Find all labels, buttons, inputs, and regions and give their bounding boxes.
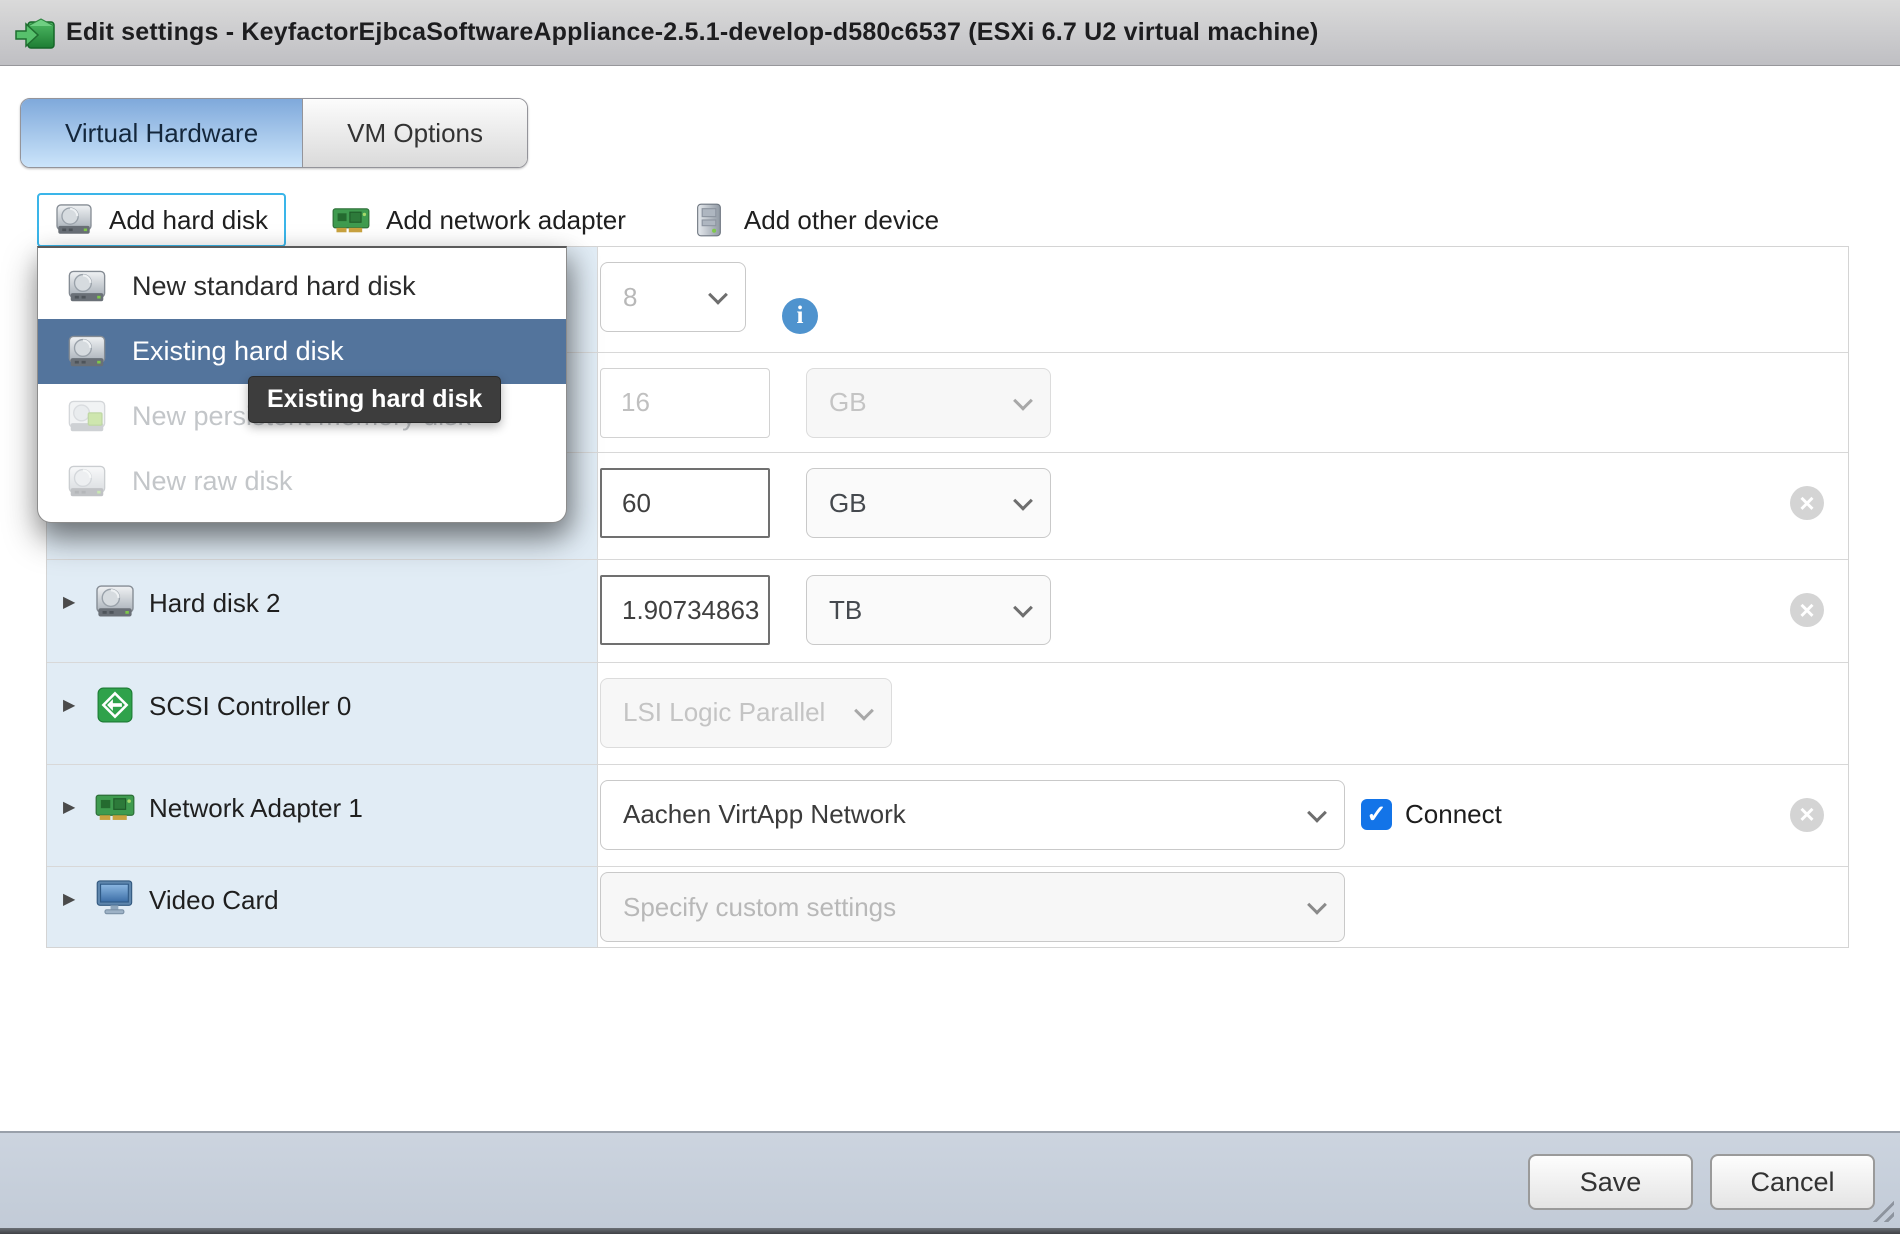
hard-disk-2-value-cell: TB × xyxy=(598,560,1848,662)
network-select[interactable]: Aachen VirtApp Network xyxy=(600,780,1345,850)
tab-vm-options[interactable]: VM Options xyxy=(303,99,527,167)
video-label-cell: ▶ Video Card xyxy=(47,867,598,947)
video-value-cell: Specify custom settings xyxy=(598,867,1848,947)
network-value-cell: Aachen VirtApp Network ✓ Connect × xyxy=(598,765,1848,867)
hard-disk-2-unit-select[interactable]: TB xyxy=(806,575,1051,645)
info-icon[interactable]: i xyxy=(782,298,818,334)
dialog-footer: Save Cancel xyxy=(0,1131,1900,1228)
chevron-down-icon xyxy=(1013,491,1033,511)
chevron-down-icon xyxy=(1307,895,1327,915)
connect-label: Connect xyxy=(1405,799,1502,830)
expander-triangle-icon[interactable]: ▶ xyxy=(63,797,81,817)
edit-settings-dialog: Edit settings - KeyfactorEjbcaSoftwareAp… xyxy=(0,0,1900,1234)
cpu-value-cell: 8 i xyxy=(598,247,1848,352)
remove-hard-disk-2-icon[interactable]: × xyxy=(1790,593,1824,627)
network-adapter-icon xyxy=(332,203,370,237)
scsi-type-select[interactable]: LSI Logic Parallel xyxy=(600,678,892,748)
network-select-value: Aachen VirtApp Network xyxy=(623,799,906,830)
memory-unit-value: GB xyxy=(829,387,867,418)
cancel-button[interactable]: Cancel xyxy=(1710,1154,1875,1210)
memory-value-cell: GB xyxy=(598,353,1848,453)
hard-disk-icon xyxy=(95,584,135,620)
hard-disk-icon xyxy=(55,203,93,237)
add-other-device-label: Add other device xyxy=(744,205,939,236)
hard-disk-2-label: Hard disk 2 xyxy=(149,588,281,619)
tab-virtual-hardware[interactable]: Virtual Hardware xyxy=(21,99,303,167)
dialog-title-bar: Edit settings - KeyfactorEjbcaSoftwareAp… xyxy=(0,0,1900,66)
chevron-down-icon xyxy=(1013,391,1033,411)
video-card-icon xyxy=(95,879,135,915)
chevron-down-icon xyxy=(1307,803,1327,823)
menu-item-label: New standard hard disk xyxy=(132,271,416,302)
network-adapter-label: Network Adapter 1 xyxy=(149,793,363,824)
video-settings-value: Specify custom settings xyxy=(623,892,896,923)
memory-unit-select[interactable]: GB xyxy=(806,368,1051,438)
hard-disk-1-unit-select[interactable]: GB xyxy=(806,468,1051,538)
menu-item-existing-hard-disk[interactable]: Existing hard disk xyxy=(38,319,566,384)
remove-network-adapter-icon[interactable]: × xyxy=(1790,798,1824,832)
cpu-count-select[interactable]: 8 xyxy=(600,262,746,332)
video-card-label: Video Card xyxy=(149,885,279,916)
add-hard-disk-button[interactable]: Add hard disk xyxy=(37,193,286,247)
hard-disk-icon xyxy=(68,334,106,370)
scsi-controller-icon xyxy=(95,687,135,723)
add-network-adapter-button[interactable]: Add network adapter xyxy=(314,193,644,247)
add-device-toolbar: Add hard disk Add network adapter Add ot… xyxy=(37,193,957,247)
hard-disk-1-unit-value: GB xyxy=(829,488,867,519)
expander-triangle-icon[interactable]: ▶ xyxy=(63,889,81,909)
save-button[interactable]: Save xyxy=(1528,1154,1693,1210)
network-adapter-icon xyxy=(95,789,135,825)
menu-item-new-raw-disk: New raw disk xyxy=(38,449,566,514)
resize-handle[interactable] xyxy=(1872,1200,1894,1222)
expander-triangle-icon[interactable]: ▶ xyxy=(63,695,81,715)
menu-item-new-standard-hard-disk[interactable]: New standard hard disk xyxy=(38,254,566,319)
scsi-label-cell: ▶ SCSI Controller 0 xyxy=(47,663,598,764)
video-settings-select[interactable]: Specify custom settings xyxy=(600,872,1345,942)
table-row-hard-disk-2: ▶ Hard disk 2 TB × xyxy=(47,560,1848,663)
connect-checkbox-group: ✓ Connect xyxy=(1361,780,1502,850)
connect-checkbox[interactable]: ✓ xyxy=(1361,799,1392,830)
hard-disk-1-value-cell: GB × xyxy=(598,453,1848,559)
table-row-video-card: ▶ Video Card Specify custom settings xyxy=(47,867,1848,947)
scsi-value-cell: LSI Logic Parallel xyxy=(598,663,1848,764)
add-hard-disk-label: Add hard disk xyxy=(109,205,268,236)
hard-disk-icon xyxy=(68,269,106,305)
network-label-cell: ▶ Network Adapter 1 xyxy=(47,765,598,867)
vm-package-icon xyxy=(14,12,56,54)
chevron-down-icon xyxy=(708,285,728,305)
scsi-controller-label: SCSI Controller 0 xyxy=(149,691,351,722)
add-network-adapter-label: Add network adapter xyxy=(386,205,626,236)
add-other-device-button[interactable]: Add other device xyxy=(672,193,957,247)
hard-disk-2-unit-value: TB xyxy=(829,595,862,626)
table-row-network-adapter: ▶ Network Adapter 1 Aachen VirtApp Netwo… xyxy=(47,765,1848,868)
hard-disk-1-size-input[interactable] xyxy=(600,468,770,538)
menu-item-label: New raw disk xyxy=(132,466,293,497)
existing-hard-disk-tooltip: Existing hard disk xyxy=(248,376,501,423)
hard-disk-icon xyxy=(68,464,106,500)
expander-triangle-icon[interactable]: ▶ xyxy=(63,592,81,612)
dialog-bottom-edge xyxy=(0,1228,1900,1234)
hard-disk-2-size-input[interactable] xyxy=(600,575,770,645)
memory-size-input[interactable] xyxy=(600,368,770,438)
dialog-title: Edit settings - KeyfactorEjbcaSoftwareAp… xyxy=(66,18,1319,47)
other-device-icon xyxy=(690,203,728,237)
scsi-type-value: LSI Logic Parallel xyxy=(623,697,825,728)
persistent-memory-disk-icon xyxy=(68,399,106,435)
cpu-count-value: 8 xyxy=(623,282,637,313)
table-row-scsi-controller: ▶ SCSI Controller 0 LSI Logic Parallel xyxy=(47,663,1848,765)
chevron-down-icon xyxy=(854,701,874,721)
remove-hard-disk-1-icon[interactable]: × xyxy=(1790,486,1824,520)
chevron-down-icon xyxy=(1013,598,1033,618)
hard-disk-2-label-cell: ▶ Hard disk 2 xyxy=(47,560,598,662)
menu-item-label: Existing hard disk xyxy=(132,336,344,367)
settings-tab-group: Virtual Hardware VM Options xyxy=(20,98,528,168)
